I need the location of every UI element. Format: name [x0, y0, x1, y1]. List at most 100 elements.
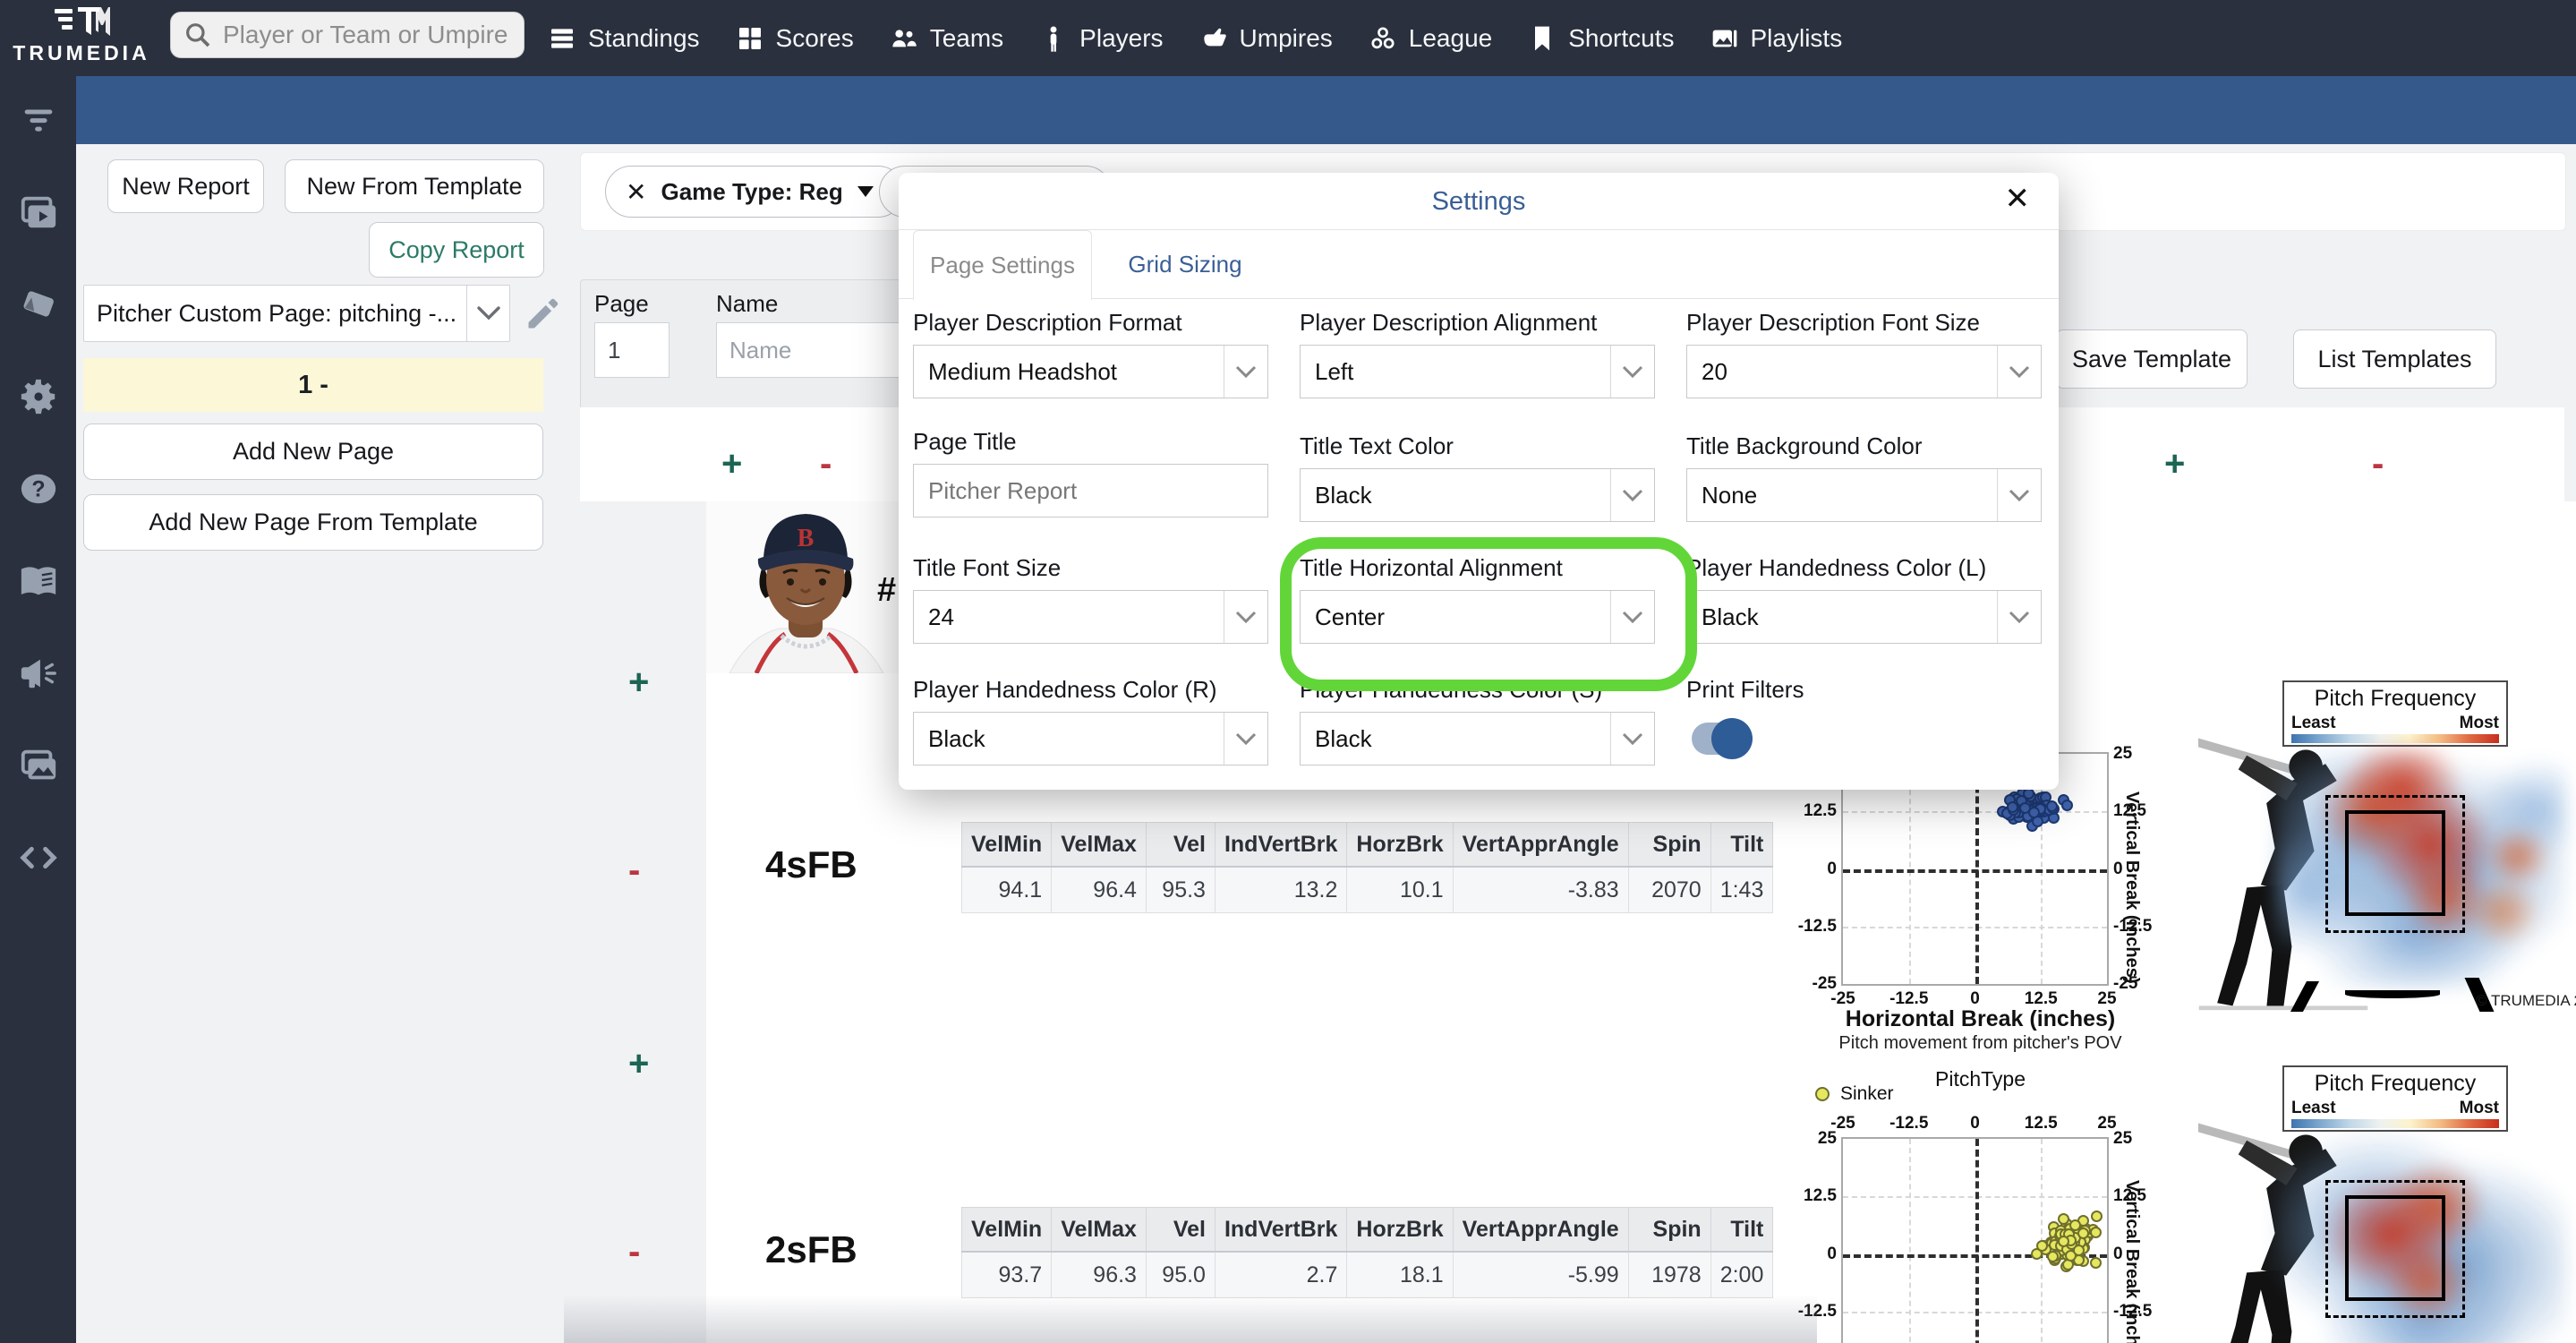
table-cell: 93.7 [960, 1251, 1053, 1298]
legend-min-label: Least [2291, 714, 2336, 732]
copy-report-button[interactable]: Copy Report [369, 222, 544, 278]
nav-item-players[interactable]: Players [1039, 24, 1164, 53]
search-placeholder: Player or Team or Umpire [223, 21, 508, 48]
trumedia-logo[interactable]: TRUMEDIA [5, 4, 158, 65]
axis-tick-label: 25 [2113, 744, 2133, 763]
league-icon [1371, 26, 1395, 48]
nav-item-scores[interactable]: Scores [736, 24, 854, 53]
remove-column-button[interactable]: - [2372, 446, 2384, 482]
shortcuts-icon [1535, 26, 1550, 50]
nav-item-shortcuts[interactable]: Shortcuts [1528, 24, 1675, 53]
nav-item-standings[interactable]: Standings [548, 24, 700, 53]
field-label: Player Handedness Color (L) [1686, 554, 1987, 581]
add-new-page-button[interactable]: Add New Page [83, 423, 543, 480]
remove-row-button[interactable]: - [628, 852, 640, 888]
close-icon[interactable]: ✕ [2005, 184, 2031, 214]
edit-pencil-icon[interactable] [524, 294, 563, 333]
nav-item-playlists[interactable]: Playlists [1710, 24, 1842, 53]
book-icon[interactable] [18, 560, 59, 602]
nav-item-teams[interactable]: Teams [890, 24, 1003, 53]
help-icon[interactable]: ? [18, 468, 59, 509]
new-report-button[interactable]: New Report [107, 159, 264, 213]
top-navbar: TRUMEDIA Player or Team or Umpire Standi… [0, 0, 2576, 76]
add-row-button[interactable]: + [628, 664, 649, 700]
data-point [2090, 1210, 2103, 1223]
pitch-stats-table: VelMin VelMax Vel IndVertBrk HorzBrk VertAppr… [960, 1207, 1774, 1298]
filter-pill-game-type[interactable]: ✕ Game Type: Reg [605, 166, 904, 218]
search-input[interactable]: Player or Team or Umpire [170, 12, 525, 58]
code-icon[interactable] [18, 837, 59, 878]
svg-text:?: ? [31, 477, 45, 502]
tab-grid-sizing[interactable]: Grid Sizing [1105, 230, 1266, 298]
table-header: Tilt [1710, 1207, 1774, 1253]
remove-column-button[interactable]: - [820, 446, 832, 482]
save-template-button[interactable]: Save Template [2056, 329, 2248, 389]
axis-tick-label: 25 [1817, 1129, 1837, 1148]
legend-max-label: Most [2459, 714, 2499, 732]
toggle-knob [1711, 718, 1753, 759]
nav-item-umpires[interactable]: Umpires [1199, 24, 1333, 53]
add-row-button[interactable]: + [628, 1046, 649, 1082]
pitch-frequency-panel: Pitch Frequency Least Most © TRUMEDIA 20… [2198, 663, 2576, 1021]
legend-title: Pitch Frequency [2314, 686, 2477, 711]
caret-down-icon [857, 186, 874, 197]
player-handedness-color-l-select[interactable]: Black [1686, 590, 2042, 644]
strike-zone [2345, 810, 2445, 916]
add-new-page-from-template-button[interactable]: Add New Page From Template [83, 494, 543, 551]
name-column-label: Name [716, 290, 779, 317]
axis-tick-label: -25 [1812, 974, 1837, 993]
home-plate [2345, 990, 2440, 998]
filter-icon[interactable] [18, 99, 59, 141]
data-point [2089, 1257, 2102, 1270]
remove-row-button[interactable]: - [628, 1234, 640, 1270]
list-templates-button[interactable]: List Templates [2293, 329, 2496, 389]
pitch-frequency-panel: Pitch Frequency Least Most [2198, 1048, 2576, 1343]
strike-zone [2345, 1195, 2445, 1301]
add-column-button[interactable]: + [721, 446, 742, 482]
table-header: Tilt [1710, 822, 1774, 868]
add-column-button[interactable]: + [2164, 446, 2185, 482]
axis-tick-label: 0 [1827, 859, 1837, 878]
remove-filter-icon[interactable]: ✕ [626, 177, 646, 207]
tab-page-settings[interactable]: Page Settings [913, 230, 1092, 301]
video-playlist-icon[interactable] [18, 192, 59, 233]
legend-title: Pitch Frequency [2314, 1071, 2477, 1096]
title-horizontal-alignment-select[interactable]: Center [1300, 590, 1655, 644]
gallery-icon[interactable] [18, 745, 59, 786]
page-bottom-shadow [564, 1295, 1817, 1343]
scores-icon [738, 27, 761, 49]
field-label: Title Background Color [1686, 432, 1923, 459]
page-title-input[interactable]: Pitcher Report [913, 464, 1268, 518]
player-handedness-color-s-select[interactable]: Black [1300, 712, 1655, 766]
report-page-select[interactable]: Pitcher Custom Page: pitching -... [83, 285, 510, 342]
modal-title: Settings [1431, 187, 1526, 216]
table-cell: 95.3 [1145, 866, 1215, 913]
title-font-size-select[interactable]: 24 [913, 590, 1268, 644]
table-header: Spin [1627, 1207, 1711, 1253]
title-background-color-select[interactable]: None [1686, 468, 2042, 522]
table-header: VertApprAngle [1452, 822, 1629, 868]
page-list-row-1[interactable]: 1 - [83, 358, 543, 412]
player-description-format-select[interactable]: Medium Headshot [913, 345, 1268, 398]
table-header: Spin [1627, 822, 1711, 868]
player-description-font-size-select[interactable]: 20 [1686, 345, 2042, 398]
player-headshot: B [706, 501, 905, 673]
cards-icon[interactable] [18, 284, 59, 325]
player-handedness-color-r-select[interactable]: Black [913, 712, 1268, 766]
gear-icon[interactable] [18, 376, 59, 417]
title-text-color-select[interactable]: Black [1300, 468, 1655, 522]
new-from-template-button[interactable]: New From Template [285, 159, 544, 213]
svg-text:B: B [798, 525, 815, 552]
pitch-type-chart: PitchType Sinker -25 -12.5 0 12.5 25 25 12.5 0… [1798, 1064, 2152, 1343]
chevron-down-icon [1610, 346, 1654, 398]
nav-item-league[interactable]: League [1369, 24, 1492, 53]
print-filters-toggle[interactable] [1692, 718, 1753, 759]
pitch-type-label: 2sFB [765, 1228, 857, 1270]
data-point [2057, 1235, 2069, 1247]
page-number-input[interactable]: 1 [594, 322, 670, 378]
player-description-alignment-select[interactable]: Left [1300, 345, 1655, 398]
legend-gradient-bar [2291, 734, 2499, 743]
playlists-icon [1712, 30, 1736, 47]
megaphone-icon[interactable] [18, 653, 59, 694]
settings-modal: Settings ✕ Page Settings Grid Sizing Pla… [899, 173, 2059, 790]
